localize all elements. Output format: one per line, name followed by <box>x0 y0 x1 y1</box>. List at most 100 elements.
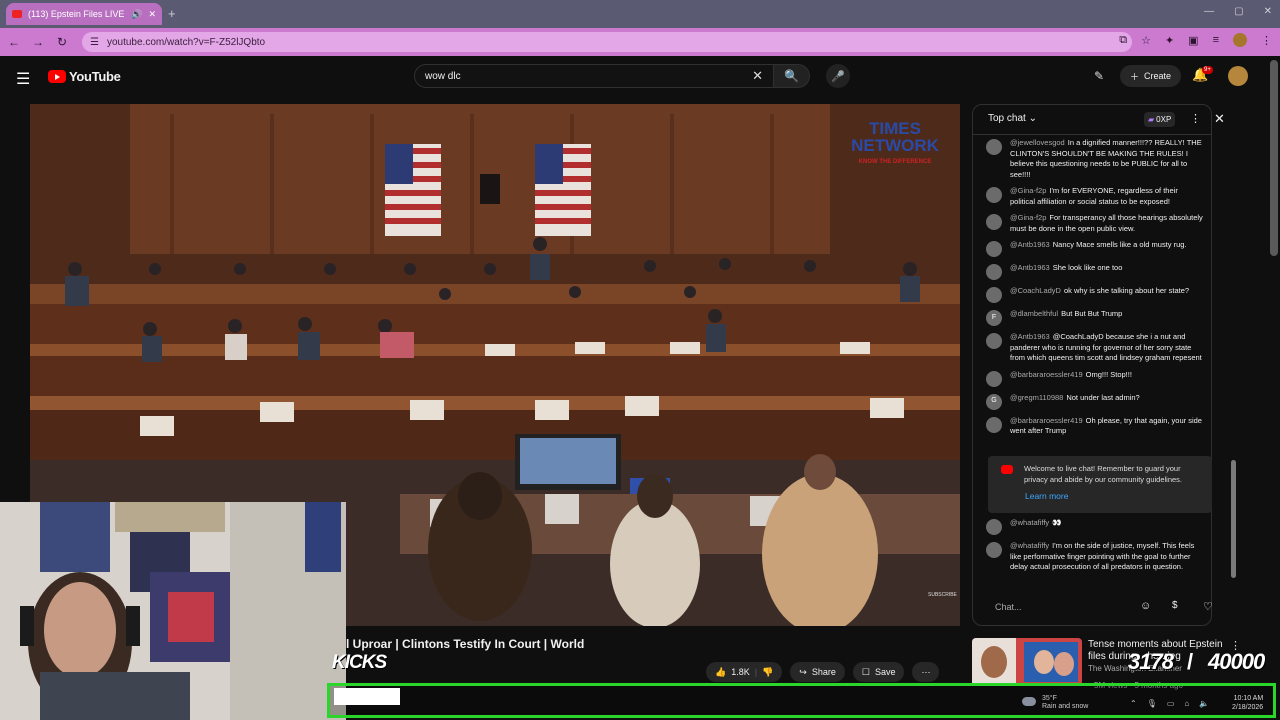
search-box: ✕ <box>414 64 774 88</box>
chat-message[interactable]: @jewellovesgod In a dignified manner!!!??… <box>986 138 1212 180</box>
create-label: Create <box>1144 71 1172 81</box>
dislike-icon[interactable]: 👎 <box>762 667 773 678</box>
browser-tab[interactable]: (113) Epstein Files LIVE | Cli 🔊 ✕ <box>6 3 162 25</box>
chat-message[interactable]: @whatafiffy I'm on the side of justice, m… <box>986 541 1212 573</box>
emoji-icon[interactable]: ☺ <box>1140 600 1151 612</box>
volume-icon[interactable]: 🔈 <box>1199 699 1209 708</box>
super-chat-icon[interactable]: $ <box>1172 600 1178 611</box>
chat-author-name[interactable]: @Gina-f2p <box>1010 186 1046 195</box>
chat-message[interactable]: @barbararoessler419 Oh please, try that a… <box>986 416 1212 437</box>
chat-author-avatar[interactable] <box>986 287 1002 303</box>
back-icon[interactable]: ← <box>4 35 24 49</box>
search-icon: 🔍 <box>784 69 799 83</box>
chat-author-avatar[interactable] <box>986 519 1002 535</box>
chat-close-icon[interactable]: ✕ <box>1214 111 1225 127</box>
chat-message-text: ok why is she talking about her state? <box>1063 286 1190 295</box>
chat-author-name[interactable]: @barbararoessler419 <box>1010 370 1083 379</box>
more-actions-button[interactable]: ⋯ <box>912 662 940 682</box>
chat-message[interactable]: @Gina-f2p For transperancy all those hear… <box>986 213 1212 234</box>
hamburger-menu-icon[interactable]: ☰ <box>16 69 30 89</box>
chat-author-avatar[interactable] <box>986 214 1002 230</box>
share-button[interactable]: ↪ Share <box>790 662 845 682</box>
like-icon[interactable]: 👍 <box>715 667 726 678</box>
tab-audio-icon[interactable]: 🔊 <box>131 9 142 20</box>
chevron-up-icon[interactable]: ⌃ <box>1130 699 1137 708</box>
chat-message[interactable]: @Antb1963 She look like one too <box>986 263 1212 280</box>
sidebar-icon[interactable]: ▣ <box>1188 34 1198 47</box>
youtube-logo[interactable]: YouTube <box>48 69 121 84</box>
forward-icon[interactable]: → <box>28 35 48 49</box>
taskbar-weather[interactable]: 35°F Rain and snow <box>1042 695 1088 711</box>
chat-author-avatar[interactable] <box>986 241 1002 257</box>
chat-author-avatar[interactable]: F <box>986 310 1002 326</box>
chat-author-name[interactable]: @Antb1963 <box>1010 332 1050 341</box>
chat-message[interactable]: @Gina-f2p I'm for EVERYONE, regardless of… <box>986 186 1212 207</box>
search-button[interactable]: 🔍 <box>774 64 810 88</box>
recommended-video-thumbnail[interactable] <box>972 638 1082 686</box>
chat-author-name[interactable]: @jewellovesgod <box>1010 138 1065 147</box>
bookmark-star-icon[interactable]: ☆ <box>1141 34 1151 47</box>
chat-author-name[interactable]: @gregm110988 <box>1010 393 1063 402</box>
learn-more-link[interactable]: Learn more <box>1025 491 1068 501</box>
display-icon[interactable]: ▭ <box>1167 699 1175 708</box>
chat-author-avatar[interactable] <box>986 139 1002 155</box>
chat-author-avatar[interactable] <box>986 264 1002 280</box>
chat-author-avatar[interactable] <box>986 542 1002 558</box>
like-count[interactable]: 1.8K <box>731 667 750 677</box>
chat-author-name[interactable]: @Antb1963 <box>1010 240 1050 249</box>
chat-message-text: Not under last admin? <box>1066 392 1140 402</box>
chat-message[interactable]: @barbararoessler419 Omg!!! Stop!!! <box>986 370 1212 387</box>
clear-search-icon[interactable]: ✕ <box>752 68 763 84</box>
chat-author-name[interactable]: @barbararoessler419 <box>1010 416 1083 425</box>
chat-author-name[interactable]: @Antb1963 <box>1010 263 1050 272</box>
chat-author-name[interactable]: @dlambelthful <box>1010 309 1058 318</box>
extensions-icon[interactable]: ✦ <box>1165 34 1174 47</box>
site-info-icon[interactable]: ☰ <box>90 37 99 48</box>
subscribe-watermark[interactable]: SUBSCRIBE <box>928 592 957 598</box>
browser-menu-icon[interactable]: ⋮ <box>1261 34 1272 47</box>
maximize-icon[interactable]: ▢ <box>1234 6 1243 17</box>
chat-author-name[interactable]: @whatafiffy <box>1010 518 1049 527</box>
chat-author-name[interactable]: @whatafiffy <box>1010 541 1049 550</box>
create-button[interactable]: ＋ Create <box>1120 65 1182 87</box>
chat-author-name[interactable]: @CoachLadyD <box>1010 286 1061 295</box>
chat-message[interactable]: G @gregm110988 Not under last admin? <box>986 393 1212 410</box>
cast-icon[interactable]: ✎ <box>1094 69 1104 83</box>
page-scrollbar[interactable] <box>1270 60 1278 256</box>
taskbar-clock[interactable]: 10:10 AM 2/18/2026 <box>1232 694 1263 712</box>
browser-extensions: ⧉ ☆ ✦ ▣ ≡ ⋮ <box>1119 33 1272 47</box>
chat-message[interactable]: @whatafiffy 👀 <box>986 518 1212 535</box>
chat-author-avatar[interactable] <box>986 333 1002 349</box>
chat-scrollbar-thumb[interactable] <box>1231 460 1236 578</box>
chat-message[interactable]: @Antb1963 @CoachLadyD because she i a nut… <box>986 332 1212 364</box>
tab-close-icon[interactable]: ✕ <box>148 9 156 20</box>
chat-message[interactable]: F @dlambelthful But But But Trump <box>986 309 1212 326</box>
chat-author-name[interactable]: @Gina-f2p <box>1010 213 1046 222</box>
install-app-icon[interactable]: ⧉ <box>1119 34 1127 47</box>
search-input[interactable] <box>425 70 753 82</box>
chat-xp-badge[interactable]: ▰ 0XP <box>1144 112 1176 127</box>
chat-message[interactable]: @Antb1963 Nancy Mace smells like a old mu… <box>986 240 1212 257</box>
chat-author-avatar[interactable] <box>986 416 1002 433</box>
chat-input[interactable]: Chat... <box>986 597 1142 617</box>
reading-list-icon[interactable]: ≡ <box>1213 34 1219 46</box>
minimize-icon[interactable]: — <box>1204 6 1214 17</box>
heart-icon[interactable]: ♡ <box>1203 600 1213 613</box>
chat-more-icon[interactable]: ⋮ <box>1190 112 1201 125</box>
voice-search-button[interactable]: 🎤 <box>826 64 850 88</box>
user-avatar[interactable] <box>1228 66 1248 86</box>
save-button[interactable]: ☐ Save <box>852 662 905 682</box>
new-tab-button[interactable]: + <box>168 6 176 21</box>
address-bar[interactable]: ☰ youtube.com/watch?v=F-Z52lJQbto <box>82 32 1132 52</box>
reload-icon[interactable]: ↻ <box>52 35 72 49</box>
chat-author-avatar[interactable]: G <box>986 393 1002 410</box>
window-close-icon[interactable]: ✕ <box>1264 6 1272 17</box>
chat-scrollbar[interactable] <box>1230 138 1237 586</box>
chat-author-avatar[interactable] <box>986 187 1002 203</box>
microphone-tray-icon[interactable]: 🎙 <box>1147 699 1157 708</box>
browser-profile-avatar[interactable] <box>1233 33 1247 47</box>
chat-author-avatar[interactable] <box>986 370 1002 387</box>
chat-message[interactable]: @CoachLadyD ok why is she talking about h… <box>986 286 1212 303</box>
network-icon[interactable]: ⌂ <box>1184 699 1189 708</box>
chat-mode-dropdown[interactable]: Top chat ⌄ <box>988 113 1037 124</box>
